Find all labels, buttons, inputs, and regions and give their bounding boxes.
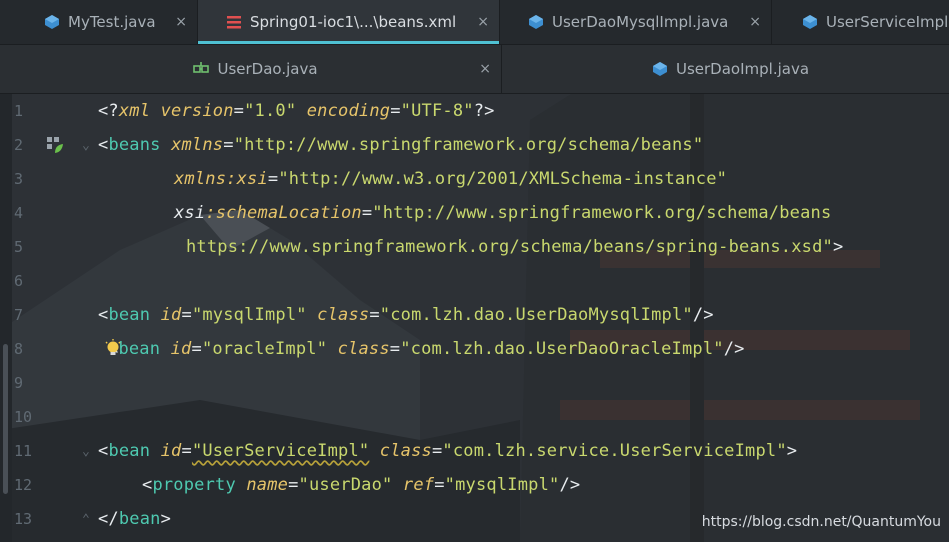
java-class-icon bbox=[45, 15, 59, 29]
editor-tab-bar-primary: MyTest.java × Spring01-ioc1\...\beans.xm… bbox=[0, 0, 949, 45]
code-text: <beans xmlns="http://www.springframework… bbox=[98, 135, 704, 155]
code-line: 6 bbox=[0, 264, 949, 298]
code-line: 1 <?xml version="1.0" encoding="UTF-8"?> bbox=[0, 94, 949, 128]
fold-marker-icon[interactable]: ⌃ bbox=[82, 512, 90, 527]
line-number: 12 bbox=[14, 476, 33, 494]
line-number: 11 bbox=[14, 442, 33, 460]
close-icon[interactable]: × bbox=[477, 14, 489, 30]
code-text: https://www.springframework.org/schema/b… bbox=[186, 237, 844, 257]
java-class-icon bbox=[529, 15, 543, 29]
code-line: 10 bbox=[0, 400, 949, 434]
tab-label: UserDaoMysqlImpl.java bbox=[552, 13, 729, 31]
code-editor[interactable]: 1 <?xml version="1.0" encoding="UTF-8"?>… bbox=[0, 94, 949, 542]
tab-label: MyTest.java bbox=[68, 13, 156, 31]
code-text: <bean id="mysqlImpl" class="com.lzh.dao.… bbox=[98, 305, 714, 325]
tab-label: Spring01-ioc1\...\beans.xml bbox=[250, 13, 457, 31]
close-icon[interactable]: × bbox=[749, 14, 761, 30]
java-class-icon bbox=[803, 15, 817, 29]
spring-xml-icon bbox=[227, 16, 241, 29]
code-line: 5 https://www.springframework.org/schema… bbox=[0, 230, 949, 264]
code-line: 3 xmlns:xsi="http://www.w3.org/2001/XMLS… bbox=[0, 162, 949, 196]
code-text: xmlns:xsi="http://www.w3.org/2001/XMLSch… bbox=[174, 169, 728, 189]
code-text: <bean id="oracleImpl" class="com.lzh.dao… bbox=[108, 339, 745, 359]
line-number: 7 bbox=[14, 306, 24, 324]
fold-marker-icon[interactable]: ⌄ bbox=[82, 444, 90, 459]
tab-mytest-java[interactable]: MyTest.java × bbox=[0, 0, 198, 44]
code-text: <?xml version="1.0" encoding="UTF-8"?> bbox=[98, 101, 495, 121]
code-text: <bean id="UserServiceImpl" class="com.lz… bbox=[98, 441, 798, 461]
tab-label: UserDao.java bbox=[217, 60, 318, 78]
tab-userdaomysqlimpl-java[interactable]: UserDaoMysqlImpl.java × bbox=[500, 0, 772, 44]
close-icon[interactable]: × bbox=[175, 14, 187, 30]
line-number: 4 bbox=[14, 204, 24, 222]
code-line: 11 ⌄ <bean id="UserServiceImpl" class="c… bbox=[0, 434, 949, 468]
line-number: 3 bbox=[14, 170, 24, 188]
line-number: 1 bbox=[14, 102, 24, 120]
tab-userserviceimpl-java[interactable]: UserServiceImpl. bbox=[772, 0, 949, 44]
spring-bean-gutter-icon[interactable] bbox=[45, 135, 65, 155]
code-line: 8 <bean id="oracleImpl" class="com.lzh.d… bbox=[0, 332, 949, 366]
watermark-url: https://blog.csdn.net/QuantumYou bbox=[701, 514, 941, 530]
code-line: 12 <property name="userDao" ref="mysqlIm… bbox=[0, 468, 949, 502]
line-number: 2 bbox=[14, 136, 24, 154]
editor-tab-bar-secondary: UserDao.java × UserDaoImpl.java bbox=[0, 45, 949, 94]
close-icon[interactable]: × bbox=[479, 61, 491, 77]
tab-userdaoimpl-java[interactable]: UserDaoImpl.java bbox=[502, 45, 949, 93]
code-line: 4 xsi:schemaLocation="http://www.springf… bbox=[0, 196, 949, 230]
code-text: xsi:schemaLocation="http://www.springfra… bbox=[174, 203, 832, 223]
java-interface-icon bbox=[193, 62, 210, 73]
line-number: 9 bbox=[14, 374, 24, 392]
code-line: 2 ⌄ <beans xmlns="http://www.springframe… bbox=[0, 128, 949, 162]
tab-label: UserDaoImpl.java bbox=[675, 60, 810, 78]
tab-label: UserServiceImpl. bbox=[826, 13, 949, 31]
tab-userdao-java[interactable]: UserDao.java × bbox=[0, 45, 502, 93]
line-number: 8 bbox=[14, 340, 24, 358]
code-line: 9 bbox=[0, 366, 949, 400]
line-number: 10 bbox=[14, 408, 33, 426]
code-text: <property name="userDao" ref="mysqlImpl"… bbox=[142, 475, 581, 495]
code-text: </bean> bbox=[98, 509, 172, 529]
code-line: 7 <bean id="mysqlImpl" class="com.lzh.da… bbox=[0, 298, 949, 332]
line-number: 5 bbox=[14, 238, 24, 256]
fold-marker-icon[interactable]: ⌄ bbox=[82, 138, 90, 153]
java-class-icon bbox=[652, 62, 667, 76]
line-number: 13 bbox=[14, 510, 33, 528]
line-number: 6 bbox=[14, 272, 24, 290]
lightbulb-intention-icon[interactable] bbox=[104, 339, 122, 359]
scrollbar[interactable] bbox=[3, 344, 8, 494]
tab-beans-xml[interactable]: Spring01-ioc1\...\beans.xml × bbox=[198, 0, 500, 44]
